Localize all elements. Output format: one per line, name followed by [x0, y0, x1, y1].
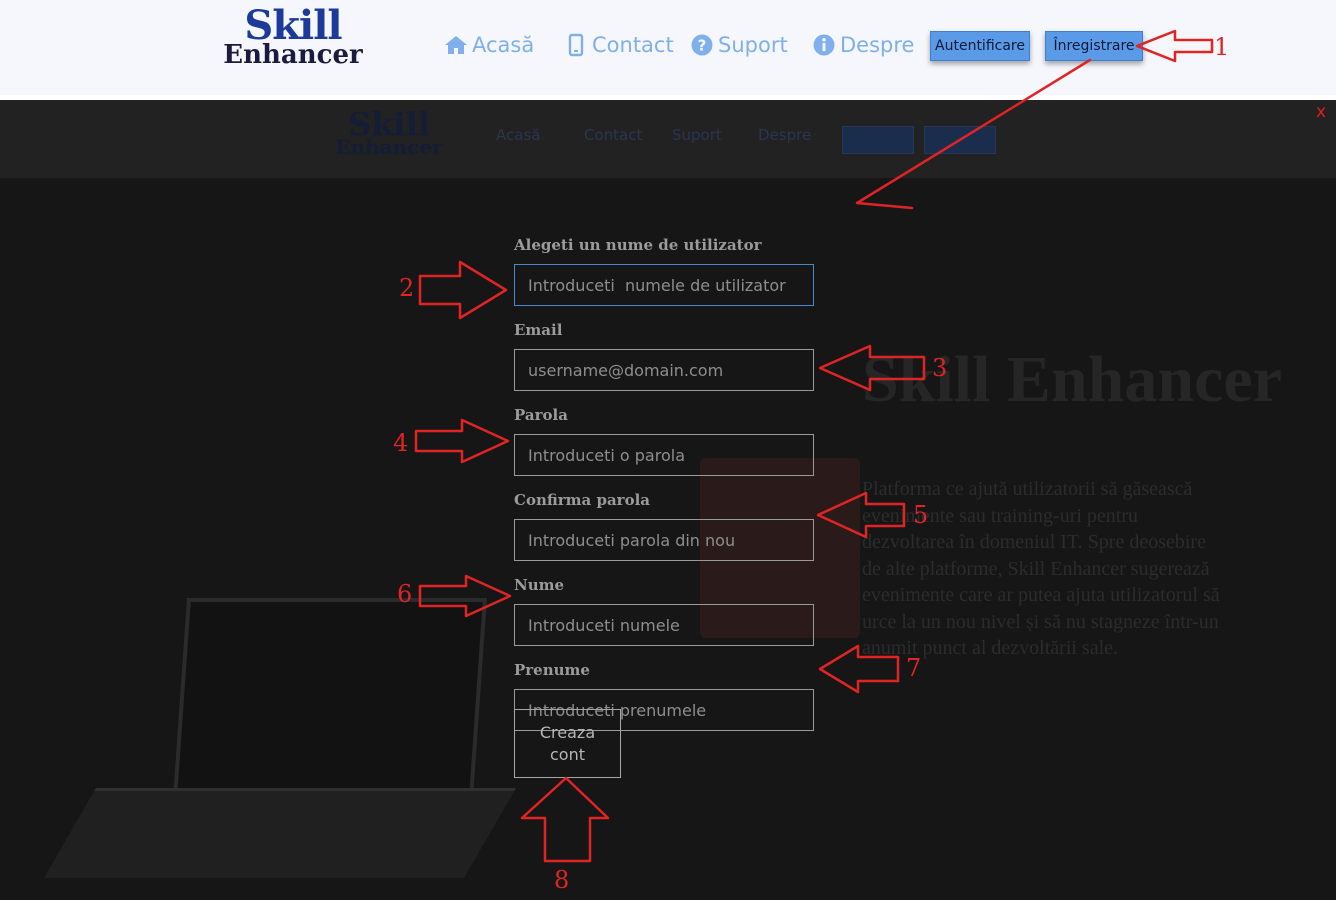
nav-support-label: Suport	[718, 33, 788, 57]
background-nav-contact: Contact	[584, 126, 643, 144]
background-nav-about: Despre	[758, 126, 812, 144]
mobile-icon	[568, 33, 584, 57]
background-nav-support: Suport	[672, 126, 722, 144]
svg-text:?: ?	[698, 37, 707, 55]
annotation-number-7: 7	[906, 654, 922, 682]
confirm-password-input[interactable]	[514, 519, 814, 561]
annotation-number-2: 2	[399, 274, 415, 302]
laptop-screen	[173, 598, 487, 798]
annotation-number-4: 4	[393, 429, 409, 457]
lastname-label: Nume	[514, 576, 565, 594]
close-modal-button[interactable]: x	[1316, 102, 1326, 122]
background-logo-line-2: Enhancer	[335, 135, 443, 159]
nav-home-link[interactable]: Acasă	[444, 31, 534, 59]
username-label: Alegeti un nume de utilizator	[514, 236, 762, 254]
email-label: Email	[514, 321, 563, 339]
create-account-line-1: Creaza	[539, 722, 596, 742]
password-label: Parola	[514, 406, 568, 424]
lastname-input[interactable]	[514, 604, 814, 646]
registration-form: Alegeti un nume de utilizator Email Paro…	[514, 236, 814, 746]
question-circle-icon: ?	[691, 34, 713, 56]
home-icon	[445, 36, 467, 54]
logo-line-2: Enhancer	[223, 40, 363, 70]
background-navbar: Skill Enhancer Acasă Contact Suport Desp…	[0, 100, 1336, 178]
background-login-button	[842, 126, 914, 154]
laptop-keyboard	[44, 788, 516, 878]
background-register-button	[924, 126, 996, 154]
nav-support-link[interactable]: ? Suport	[690, 31, 788, 59]
info-circle-icon	[813, 34, 835, 56]
annotation-number-8: 8	[554, 866, 570, 894]
register-modal: Skill Enhancer Acasă Contact Suport Desp…	[0, 100, 1336, 900]
annotation-number-6: 6	[397, 580, 413, 608]
annotation-number-5: 5	[913, 501, 929, 529]
nav-contact-link[interactable]: Contact	[564, 31, 674, 59]
username-input[interactable]	[514, 264, 814, 306]
password-input[interactable]	[514, 434, 814, 476]
nav-about-link[interactable]: Despre	[812, 31, 914, 59]
login-button[interactable]: Autentificare	[930, 31, 1030, 61]
annotation-number-1: 1	[1214, 33, 1230, 61]
top-navbar: Skill Enhancer Acasă Contact ? Suport De…	[0, 0, 1336, 95]
confirm-password-label: Confirma parola	[514, 491, 651, 509]
site-logo[interactable]: Skill Enhancer	[213, 6, 373, 70]
nav-about-label: Despre	[840, 33, 915, 57]
hero-title: Skill Enhancer	[862, 343, 1282, 416]
register-button[interactable]: Înregistrare	[1045, 31, 1143, 61]
annotation-number-3: 3	[932, 354, 948, 382]
nav-contact-label: Contact	[592, 33, 674, 57]
background-logo: Skill Enhancer	[333, 108, 445, 157]
nav-home-label: Acasă	[472, 33, 535, 57]
email-input[interactable]	[514, 349, 814, 391]
background-nav-home: Acasă	[496, 126, 541, 144]
create-account-line-2: cont	[550, 744, 585, 764]
create-account-button[interactable]: Creaza cont	[514, 709, 621, 778]
firstname-label: Prenume	[514, 661, 590, 679]
